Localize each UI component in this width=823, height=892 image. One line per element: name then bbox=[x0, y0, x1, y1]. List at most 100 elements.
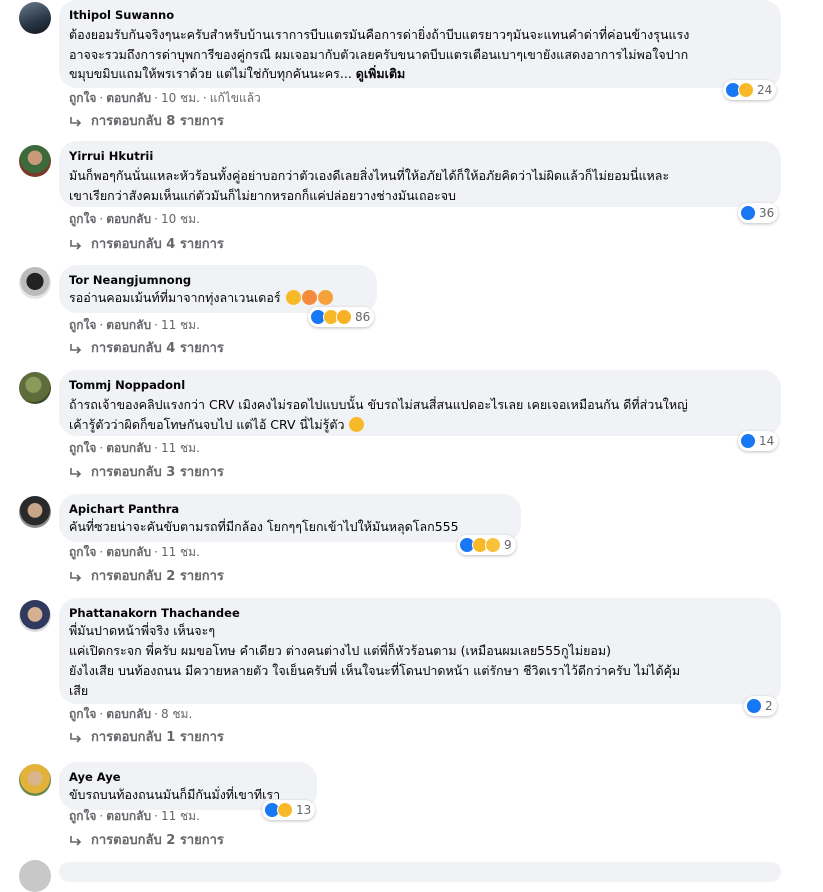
reply-arrow-icon bbox=[70, 572, 82, 582]
avatar[interactable] bbox=[19, 600, 51, 632]
wow-reaction-icon bbox=[485, 537, 501, 553]
like-button[interactable]: ถูกใจ bbox=[69, 212, 96, 226]
avatar[interactable] bbox=[19, 145, 51, 177]
reply-button[interactable]: ตอบกลับ bbox=[106, 707, 151, 721]
care-reaction-icon bbox=[336, 309, 352, 325]
comment-line: ถ้ารถเจ้าของคลิปแรงกว่า CRV เมิงคงไม่รอด… bbox=[69, 397, 688, 412]
avatar[interactable] bbox=[19, 267, 51, 299]
view-replies-link[interactable]: การตอบกลับ 1 รายการ bbox=[69, 729, 224, 747]
reaction-summary[interactable]: 24 bbox=[723, 80, 777, 100]
like-button[interactable]: ถูกใจ bbox=[69, 809, 96, 823]
view-replies-link[interactable]: การตอบกลับ 2 รายการ bbox=[69, 568, 224, 586]
comment-author[interactable]: Tommj Noppadonl bbox=[69, 378, 769, 393]
reply-button[interactable]: ตอบกลับ bbox=[106, 809, 151, 823]
comment-actions: ถูกใจ · ตอบกลับ · 11 ชม. bbox=[69, 318, 200, 332]
comment-author[interactable]: Yirrui Hkutrii bbox=[69, 149, 769, 164]
reaction-count: 14 bbox=[759, 434, 775, 448]
timestamp[interactable]: 11 ชม. bbox=[161, 545, 200, 559]
like-button[interactable]: ถูกใจ bbox=[69, 318, 96, 332]
reaction-summary[interactable]: 14 bbox=[738, 431, 779, 451]
comment-author[interactable]: Tor Neangjumnong bbox=[69, 273, 365, 288]
reaction-count: 13 bbox=[296, 803, 312, 817]
timestamp[interactable]: 11 ชม. bbox=[161, 809, 200, 823]
comment-actions: ถูกใจ · ตอบกลับ · 8 ชม. bbox=[69, 707, 193, 721]
timestamp[interactable]: 11 ชม. bbox=[161, 441, 200, 455]
comment-text: พี่มันปาดหน้าพี่จริง เห็นจะๆ แค่เปิดกระจ… bbox=[69, 621, 769, 701]
reply-button[interactable]: ตอบกลับ bbox=[106, 212, 151, 226]
comment-bubble: Apichart Panthra คันที่ซวยน่าจะคันขับตาม… bbox=[59, 494, 521, 542]
reaction-count: 86 bbox=[355, 310, 371, 324]
comment-line: แค่เปิดกระจก พี่ครับ ผมขอโทษ คำเดียว ต่า… bbox=[69, 643, 612, 658]
avatar[interactable] bbox=[19, 496, 51, 528]
reaction-summary[interactable]: 86 bbox=[308, 307, 375, 327]
avatar[interactable] bbox=[19, 860, 51, 892]
comment-line: รออ่านคอมเม้นท์ที่มาจากทุ่งลาเวนเดอร์ bbox=[69, 288, 365, 308]
comment-bubble: Tor Neangjumnong รออ่านคอมเม้นท์ที่มาจาก… bbox=[59, 265, 377, 313]
comment-text: ต้องยอมรับกันจริงๆนะครับสำหรับบ้านเราการ… bbox=[69, 25, 769, 84]
timestamp[interactable]: 10 ชม. bbox=[161, 91, 200, 105]
like-button[interactable]: ถูกใจ bbox=[69, 545, 96, 559]
comment-line: พี่มันปาดหน้าพี่จริง เห็นจะๆ bbox=[69, 623, 216, 638]
comment-text: รออ่านคอมเม้นท์ที่มาจากทุ่งลาเวนเดอร์ bbox=[69, 288, 365, 308]
comment-line: คันที่ซวยน่าจะคันขับตามรถที่มีกล้อง โยกๆ… bbox=[69, 519, 459, 534]
smirk-emoji-icon bbox=[349, 417, 365, 432]
reply-arrow-icon bbox=[70, 836, 82, 846]
comment-actions: ถูกใจ · ตอบกลับ · 11 ชม. bbox=[69, 441, 200, 455]
view-replies-link[interactable]: การตอบกลับ 3 รายการ bbox=[69, 464, 224, 482]
comment-actions: ถูกใจ · ตอบกลับ · 11 ชม. bbox=[69, 809, 200, 823]
comment-author[interactable]: Phattanakorn Thachandee bbox=[69, 606, 769, 621]
reaction-count: 24 bbox=[757, 83, 773, 97]
reply-arrow-icon bbox=[70, 733, 82, 743]
view-replies-link[interactable]: การตอบกลับ 4 รายการ bbox=[69, 340, 224, 358]
comment-line: ยังไงเสีย บนท้องถนน มีควายหลายตัว ใจเย็น… bbox=[69, 663, 681, 678]
avatar[interactable] bbox=[19, 2, 51, 34]
comment-line: ขมุบขมิบแถมให้พรเราด้วย แต่ไม่ใช่กับทุกค… bbox=[69, 64, 769, 84]
reaction-summary[interactable]: 2 bbox=[744, 696, 777, 716]
comment-line: อาจจะรวมถึงการด่าบุพการีของคู่กรณี ผมเจอ… bbox=[69, 46, 689, 62]
comment-actions: ถูกใจ · ตอบกลับ · 10 ชม. · แก้ไขแล้ว bbox=[69, 91, 261, 105]
smiling-hearts-emoji-icon bbox=[317, 290, 333, 305]
comment-actions: ถูกใจ · ตอบกลับ · 10 ชม. bbox=[69, 212, 200, 226]
kiss-emoji-icon bbox=[285, 290, 301, 305]
reaction-summary[interactable]: 13 bbox=[262, 800, 316, 820]
reaction-summary[interactable]: 9 bbox=[457, 535, 516, 555]
comment-bubble: Yirrui Hkutrii มันก็พอๆกันนั่นแหละหัวร้อ… bbox=[59, 141, 781, 207]
view-replies-link[interactable]: การตอบกลับ 4 รายการ bbox=[69, 236, 224, 254]
comment-text: คันที่ซวยน่าจะคันขับตามรถที่มีกล้อง โยกๆ… bbox=[69, 517, 509, 537]
view-replies-link[interactable]: การตอบกลับ 8 รายการ bbox=[69, 113, 224, 131]
timestamp[interactable]: 8 ชม. bbox=[161, 707, 192, 721]
haha-reaction-icon bbox=[277, 802, 293, 818]
timestamp[interactable]: 10 ชม. bbox=[161, 212, 200, 226]
comment-author[interactable]: Ithipol Suwanno bbox=[69, 8, 769, 23]
timestamp[interactable]: 11 ชม. bbox=[161, 318, 200, 332]
comment-bubble bbox=[59, 862, 781, 882]
like-button[interactable]: ถูกใจ bbox=[69, 707, 96, 721]
reply-arrow-icon bbox=[70, 468, 82, 478]
reply-button[interactable]: ตอบกลับ bbox=[106, 545, 151, 559]
reply-button[interactable]: ตอบกลับ bbox=[106, 318, 151, 332]
reply-button[interactable]: ตอบกลับ bbox=[106, 441, 151, 455]
comment-line: มันก็พอๆกันนั่นแหละหัวร้อนทั้งคู่อย่าบอก… bbox=[69, 168, 670, 183]
reply-button[interactable]: ตอบกลับ bbox=[106, 91, 151, 105]
reaction-count: 2 bbox=[765, 699, 773, 713]
view-replies-link[interactable]: การตอบกลับ 2 รายการ bbox=[69, 832, 224, 850]
comment-author[interactable]: Apichart Panthra bbox=[69, 502, 509, 517]
comment-line: ต้องยอมรับกันจริงๆนะครับสำหรับบ้านเราการ… bbox=[69, 27, 690, 42]
see-more-link[interactable]: ดูเพิ่มเติม bbox=[356, 66, 406, 81]
comment-bubble: Ithipol Suwanno ต้องยอมรับกันจริงๆนะครับ… bbox=[59, 0, 781, 88]
heart-eyes-emoji-icon bbox=[301, 290, 317, 305]
haha-reaction-icon bbox=[738, 82, 754, 98]
like-button[interactable]: ถูกใจ bbox=[69, 441, 96, 455]
comment-author[interactable]: Aye Aye bbox=[69, 770, 305, 785]
comment-bubble: Phattanakorn Thachandee พี่มันปาดหน้าพี่… bbox=[59, 598, 781, 704]
comment-line-text: ขมุบขมิบแถมให้พรเราด้วย แต่ไม่ใช่กับทุกค… bbox=[69, 66, 352, 81]
comment-bubble: Tommj Noppadonl ถ้ารถเจ้าของคลิปแรงกว่า … bbox=[59, 370, 781, 436]
reply-arrow-icon bbox=[70, 240, 82, 250]
comment-text: ถ้ารถเจ้าของคลิปแรงกว่า CRV เมิงคงไม่รอด… bbox=[69, 395, 769, 435]
avatar[interactable] bbox=[19, 764, 51, 796]
reply-arrow-icon bbox=[70, 117, 82, 127]
reaction-count: 9 bbox=[504, 538, 512, 552]
reaction-summary[interactable]: 36 bbox=[738, 203, 779, 223]
avatar[interactable] bbox=[19, 372, 51, 404]
like-button[interactable]: ถูกใจ bbox=[69, 91, 96, 105]
